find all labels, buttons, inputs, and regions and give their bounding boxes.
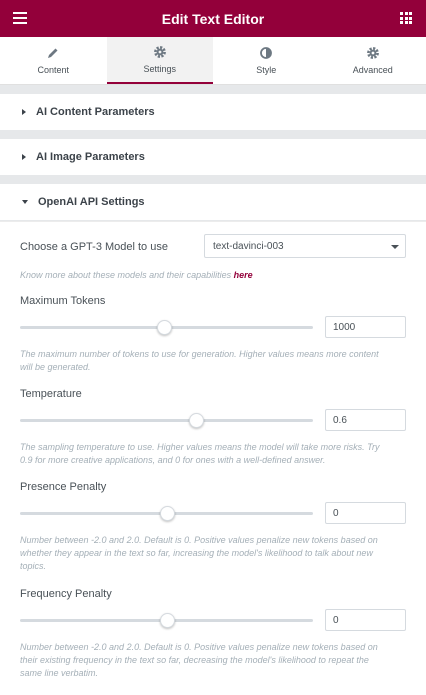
chevron-down-icon: [391, 245, 399, 249]
hamburger-icon[interactable]: [13, 12, 27, 24]
presence-penalty-description: Number between -2.0 and 2.0. Default is …: [20, 535, 378, 571]
temperature-label: Temperature: [20, 388, 82, 400]
model-help-link[interactable]: here: [234, 270, 253, 280]
frequency-penalty-label: Frequency Penalty: [20, 588, 112, 600]
presence-penalty-input[interactable]: 0: [325, 502, 406, 524]
model-select-value: text-davinci-003: [213, 240, 284, 252]
tab-advanced[interactable]: Advanced: [320, 37, 426, 84]
temperature-slider[interactable]: [20, 412, 313, 428]
pencil-icon: [48, 48, 58, 58]
tab-content[interactable]: Content: [0, 37, 107, 84]
tab-settings[interactable]: Settings: [106, 37, 213, 84]
slider-thumb[interactable]: [188, 413, 204, 428]
tab-content-label: Content: [37, 65, 70, 75]
presence-penalty-label: Presence Penalty: [20, 481, 107, 493]
frequency-penalty-input[interactable]: 0: [325, 609, 406, 631]
half-circle-icon: [260, 47, 273, 59]
frequency-penalty-slider[interactable]: [20, 612, 313, 628]
slider-track: [20, 419, 313, 422]
tab-advanced-label: Advanced: [352, 65, 393, 75]
gear-icon: [153, 46, 166, 58]
grid-icon[interactable]: [400, 12, 412, 24]
temperature-input[interactable]: 0.6: [325, 409, 406, 431]
section-ai-image-parameters[interactable]: AI Image Parameters: [0, 139, 426, 175]
max-tokens-slider[interactable]: [20, 319, 313, 335]
temperature-description: The sampling temperature to use. Higher …: [20, 442, 380, 465]
slider-thumb[interactable]: [159, 506, 175, 521]
tab-settings-label: Settings: [143, 64, 177, 74]
panel-tabs: Content Settings Style Advanced: [0, 37, 426, 85]
model-label: Choose a GPT-3 Model to use: [20, 241, 168, 253]
model-help-text: Know more about these models and their c…: [20, 269, 390, 282]
slider-thumb[interactable]: [159, 613, 175, 628]
tab-style[interactable]: Style: [213, 37, 320, 84]
frequency-penalty-description: Number between -2.0 and 2.0. Default is …: [20, 642, 378, 678]
model-select[interactable]: text-davinci-003: [204, 234, 406, 258]
section-openai-api-settings[interactable]: OpenAI API Settings: [0, 184, 426, 220]
model-help-description: Know more about these models and their c…: [20, 270, 232, 280]
slider-thumb[interactable]: [156, 320, 172, 335]
section-title: AI Content Parameters: [36, 106, 155, 118]
editor-header: Edit Text Editor: [0, 0, 426, 37]
openai-settings-panel: Choose a GPT-3 Model to use text-davinci…: [0, 221, 426, 695]
caret-right-icon: [22, 109, 26, 115]
section-title: AI Image Parameters: [36, 151, 145, 163]
max-tokens-input[interactable]: 1000: [325, 316, 406, 338]
max-tokens-label: Maximum Tokens: [20, 295, 106, 307]
section-ai-content-parameters[interactable]: AI Content Parameters: [0, 94, 426, 130]
presence-penalty-slider[interactable]: [20, 505, 313, 521]
caret-right-icon: [22, 154, 26, 160]
max-tokens-description: The maximum number of tokens to use for …: [20, 349, 379, 372]
caret-down-icon: [22, 200, 28, 204]
section-title: OpenAI API Settings: [38, 196, 145, 208]
gear-icon: [366, 47, 379, 59]
tab-style-label: Style: [256, 65, 277, 75]
page-title: Edit Text Editor: [161, 10, 265, 27]
